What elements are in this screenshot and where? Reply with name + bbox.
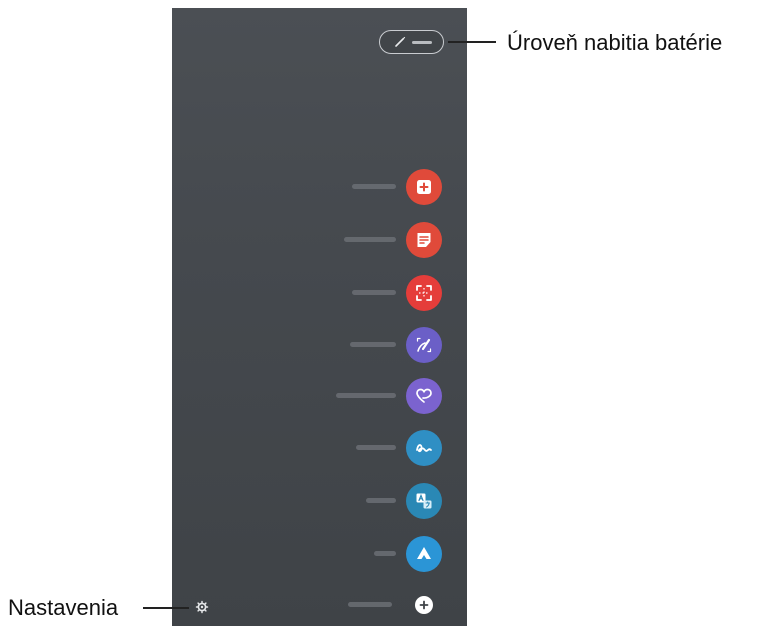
menu-item-label [352, 184, 396, 189]
vision-icon[interactable] [406, 536, 442, 572]
notes-list-icon[interactable] [406, 222, 442, 258]
menu-item-label [366, 498, 396, 503]
squiggle-icon[interactable] [406, 430, 442, 466]
menu-item-live-messages[interactable] [320, 378, 452, 414]
pen-on-screen-icon[interactable] [406, 327, 442, 363]
battery-callout-line [448, 41, 496, 43]
menu-item-label [348, 602, 392, 607]
menu-item-label [374, 551, 396, 556]
menu-item-label [352, 290, 396, 295]
menu-item-ar-doodle[interactable] [320, 430, 452, 466]
menu-item-label [336, 393, 396, 398]
note-plus-icon[interactable] [406, 169, 442, 205]
menu-item-view-notes[interactable] [320, 222, 452, 258]
menu-item-screen-write[interactable] [320, 327, 452, 363]
pen-battery-indicator [379, 30, 444, 54]
menu-item-create-note[interactable] [320, 169, 452, 205]
heart-message-icon[interactable] [406, 378, 442, 414]
menu-item-label [356, 445, 396, 450]
air-command-panel [172, 8, 467, 626]
battery-callout-label: Úroveň nabitia batérie [507, 30, 723, 55]
settings-callout-label: Nastavenia [8, 595, 119, 620]
menu-item-label [344, 237, 396, 242]
menu-item-translate[interactable] [320, 483, 452, 519]
battery-level-bar [412, 41, 432, 44]
menu-item-label [350, 342, 396, 347]
gear-icon[interactable] [195, 600, 209, 614]
menu-item-smart-select[interactable] [320, 275, 452, 311]
menu-item-add-shortcut[interactable] [320, 587, 452, 623]
settings-callout-line [143, 607, 189, 609]
translate-icon[interactable] [406, 483, 442, 519]
smart-select-icon[interactable] [406, 275, 442, 311]
plus-icon[interactable] [415, 596, 433, 614]
menu-item-bixby-vision[interactable] [320, 536, 452, 572]
pen-icon [395, 36, 406, 47]
